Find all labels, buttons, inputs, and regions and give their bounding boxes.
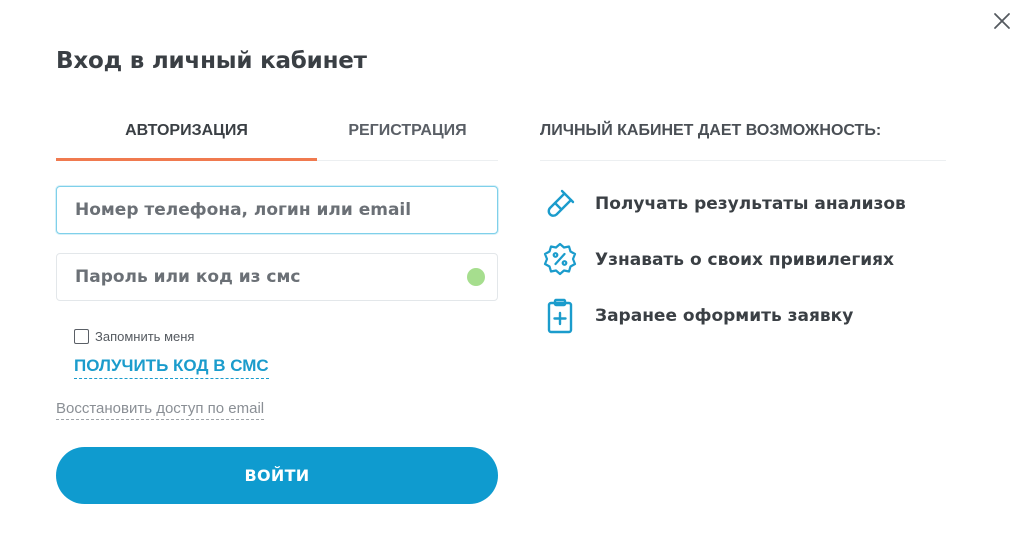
feature-text: Получать результаты анализов	[595, 194, 906, 214]
feature-text: Заранее оформить заявку	[595, 306, 854, 326]
tab-registration[interactable]: Регистрация	[317, 106, 498, 158]
tab-authorization[interactable]: Авторизация	[56, 106, 317, 161]
feature-text: Узнавать о своих привилегиях	[595, 250, 895, 270]
feature-item: Заранее оформить заявку	[540, 296, 853, 336]
modal-title: Вход в личный кабинет	[56, 48, 367, 74]
remember-me-checkbox[interactable]	[74, 328, 89, 344]
get-sms-code-link[interactable]: ПОЛУЧИТЬ КОД В СМС	[74, 356, 269, 379]
password-input[interactable]	[57, 254, 497, 300]
features-header: ЛИЧНЫЙ КАБИНЕТ ДАЕТ ВОЗМОЖНОСТЬ:	[540, 106, 946, 161]
phone-field-wrapper	[56, 186, 498, 234]
feature-item: Узнавать о своих привилегиях	[540, 240, 894, 280]
close-icon[interactable]	[991, 10, 1013, 32]
feature-item: Получать результаты анализов	[540, 184, 906, 224]
auth-tabs: Авторизация Регистрация	[56, 106, 498, 161]
restore-access-link[interactable]: Восстановить доступ по email	[56, 400, 265, 420]
test-tube-icon	[547, 189, 575, 217]
status-dot	[467, 268, 485, 286]
password-field-wrapper	[56, 253, 498, 301]
remember-me[interactable]: Запомнить меня	[74, 327, 194, 345]
login-button[interactable]: Войти	[56, 447, 498, 504]
remember-me-label: Запомнить меня	[95, 328, 195, 344]
login-input[interactable]	[57, 187, 497, 233]
discount-badge-icon	[543, 242, 577, 276]
medical-clipboard-icon	[547, 298, 573, 334]
